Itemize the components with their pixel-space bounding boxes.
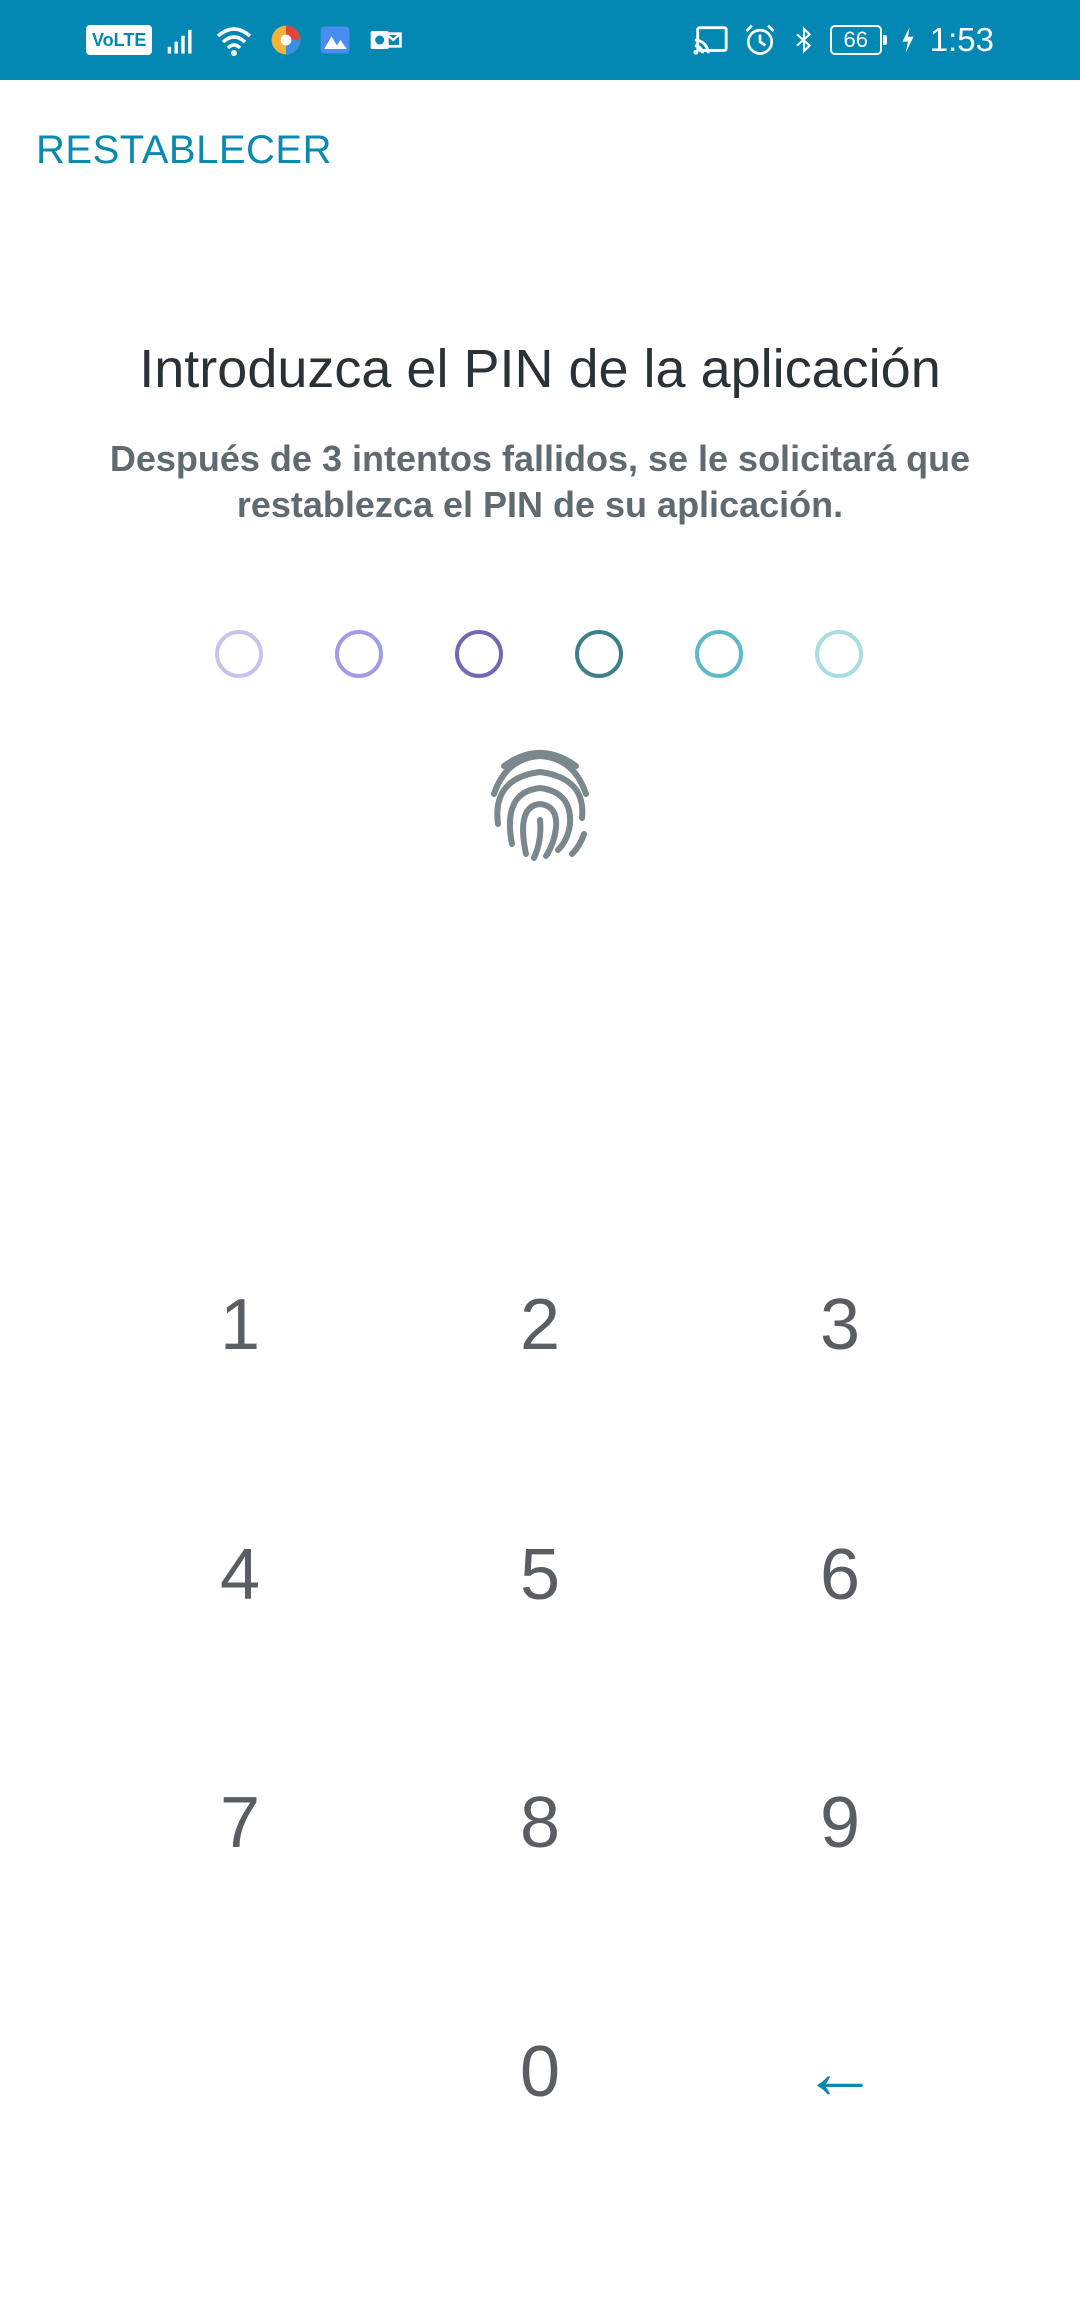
key-empty: [120, 1982, 360, 2162]
key-8[interactable]: 8: [420, 1733, 660, 1913]
key-1[interactable]: 1: [120, 1235, 360, 1415]
key-3[interactable]: 3: [720, 1235, 960, 1415]
pin-dot: [695, 630, 743, 678]
cast-icon: [692, 20, 730, 60]
fingerprint-icon[interactable]: [486, 744, 594, 862]
page-title: Introduzca el PIN de la aplicación: [139, 339, 941, 399]
clock-time: 1:53: [929, 21, 994, 58]
browser-app-icon: [268, 20, 304, 60]
alarm-icon: [742, 20, 778, 60]
wifi-icon: [214, 20, 254, 60]
page-subtitle: Después de 3 intentos fallidos, se le so…: [109, 438, 971, 525]
signal-icon: [166, 20, 200, 60]
pin-indicator: [0, 630, 1080, 684]
key-5[interactable]: 5: [420, 1485, 660, 1665]
charging-icon: [900, 20, 916, 60]
reset-button[interactable]: RESTABLECER: [36, 128, 332, 173]
status-bar: VoLTE 66 1:53: [0, 0, 1080, 80]
key-9[interactable]: 9: [720, 1733, 960, 1913]
key-7[interactable]: 7: [120, 1733, 360, 1913]
photos-app-icon: [318, 20, 354, 60]
pin-dot: [455, 630, 503, 678]
status-right-icons: 66 1:53: [692, 18, 994, 62]
pin-dot: [215, 630, 263, 678]
pin-dot: [815, 630, 863, 678]
key-6[interactable]: 6: [720, 1485, 960, 1665]
key-2[interactable]: 2: [420, 1235, 660, 1415]
key-4[interactable]: 4: [120, 1485, 360, 1665]
pin-dot: [575, 630, 623, 678]
volte-icon: VoLTE: [86, 25, 153, 55]
outlook-app-icon: [368, 20, 404, 60]
battery-icon: 66: [829, 25, 887, 55]
bluetooth-icon: [790, 20, 818, 60]
backspace-button[interactable]: ←: [720, 1982, 960, 2162]
key-0[interactable]: 0: [420, 1982, 660, 2162]
status-left-icons: VoLTE: [86, 18, 404, 62]
pin-dot: [335, 630, 383, 678]
pin-entry-screen: VoLTE 66 1:53 RESTABLECER Introduzca el …: [0, 0, 1080, 2312]
